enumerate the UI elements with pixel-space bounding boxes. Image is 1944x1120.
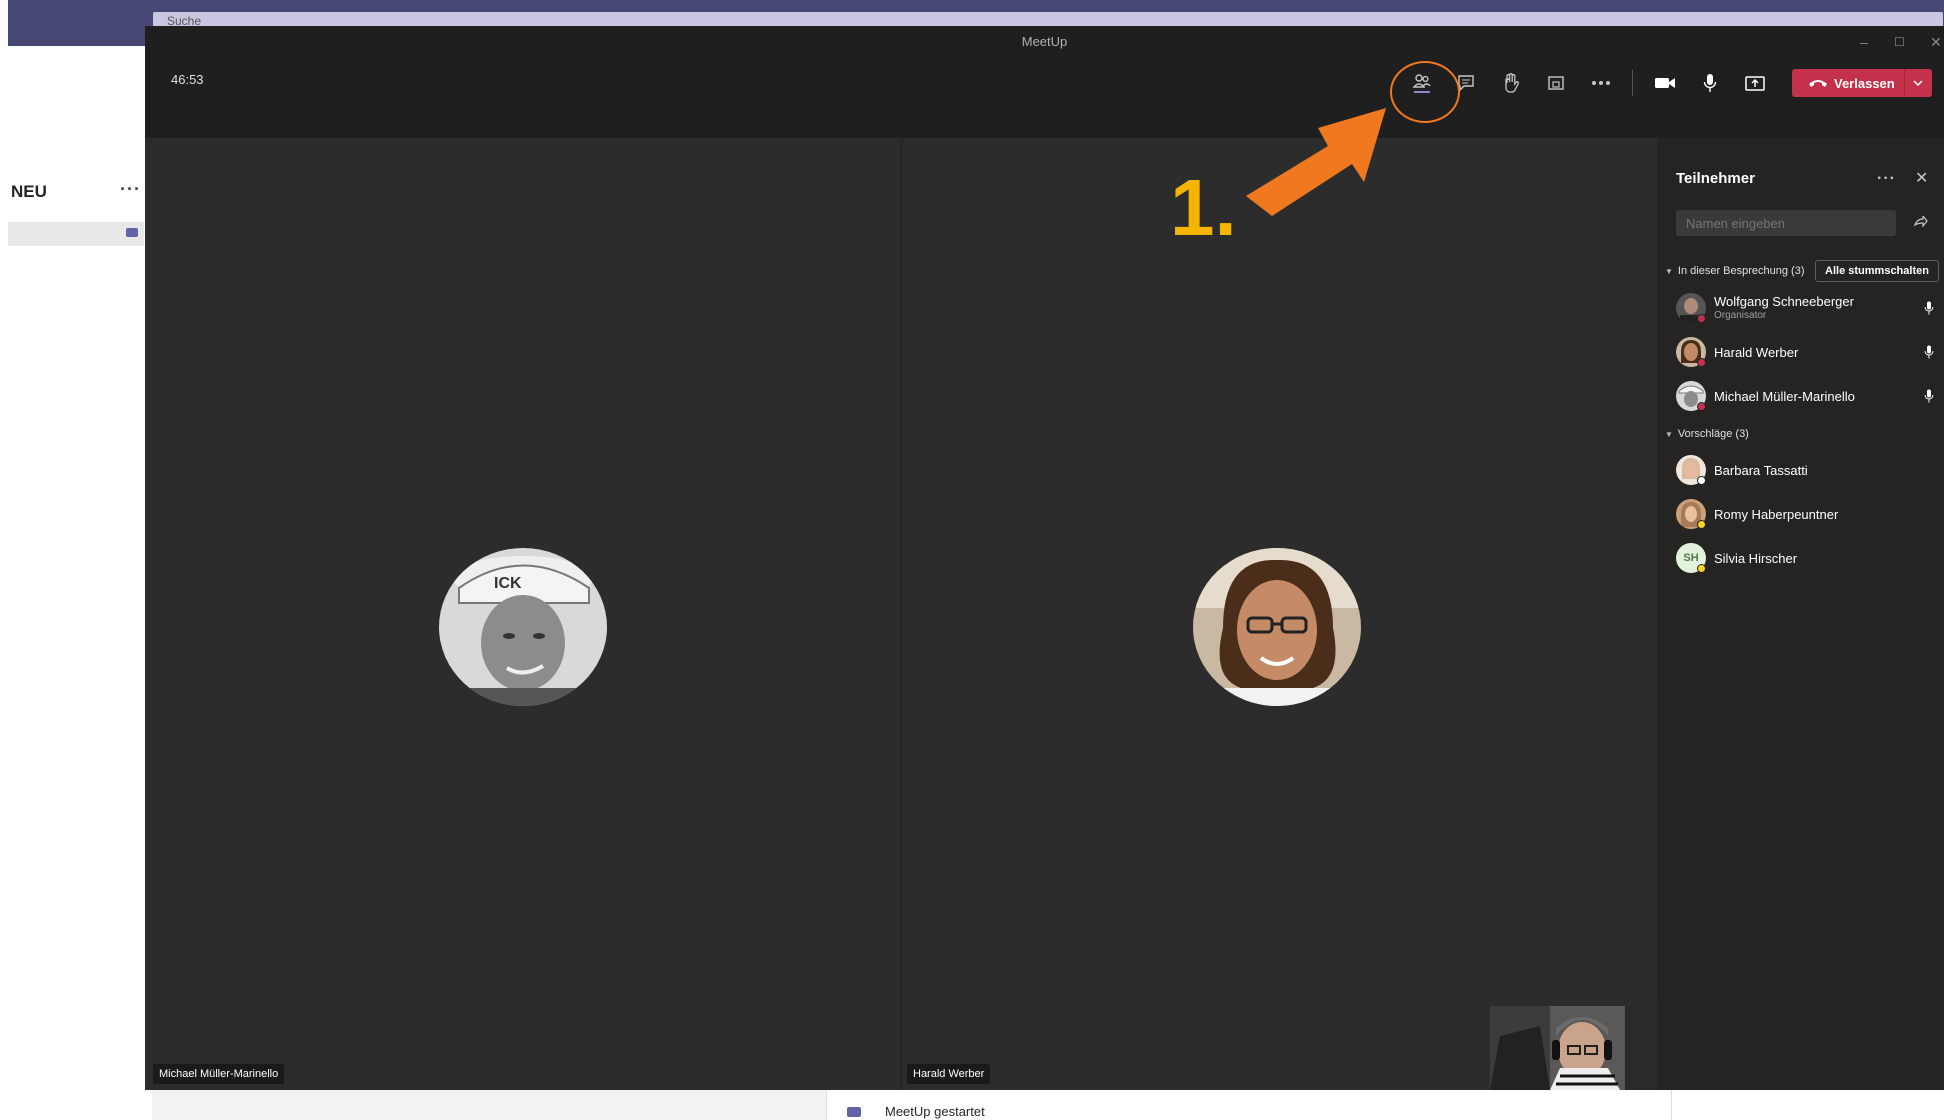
avatar-photo-icon [1193, 548, 1361, 706]
share-screen-icon [1745, 76, 1765, 91]
microphone-icon [1703, 74, 1717, 92]
suggestions-section-header[interactable]: ▼ Vorschläge (3) [1665, 428, 1749, 440]
background-content-strip [152, 1090, 826, 1120]
presence-status-dot [1697, 402, 1706, 411]
presence-status-dot [1697, 358, 1706, 367]
suggestions-section-label: Vorschläge (3) [1677, 428, 1749, 440]
participant-name: Harald Werber [1714, 345, 1799, 360]
background-effects-button[interactable] [1538, 68, 1574, 98]
background-chat-message: MeetUp gestartet [826, 1090, 1672, 1120]
participant-list-item[interactable]: Michael Müller-Marinello [1676, 378, 1941, 414]
leave-button[interactable]: Verlassen [1792, 69, 1932, 97]
meeting-camera-icon [847, 1107, 861, 1117]
suggestion-list-item[interactable]: Barbara Tassatti [1676, 452, 1941, 488]
camera-button[interactable] [1647, 68, 1683, 98]
more-icon [1592, 81, 1610, 85]
video-stage: ICK Michael Müller-Marinello Harald Werb… [145, 138, 1658, 1090]
avatar-initials: SH [1683, 552, 1699, 564]
more-actions-button[interactable] [1583, 68, 1619, 98]
microphone-icon [1924, 345, 1934, 359]
leave-label: Verlassen [1834, 75, 1895, 91]
collapse-triangle-icon: ▼ [1665, 430, 1673, 439]
camera-icon [1655, 78, 1675, 88]
participant-avatar: ICK [439, 548, 607, 706]
layout-icon [1548, 76, 1564, 90]
presence-status-dot [1697, 314, 1706, 323]
meeting-timer: 46:53 [171, 72, 204, 87]
participant-name-tag: Harald Werber [907, 1064, 991, 1084]
hang-up-icon [1809, 80, 1827, 87]
leave-divider [1904, 69, 1905, 97]
suggestion-list-item[interactable]: SH Silvia Hirscher [1676, 540, 1941, 576]
window-titlebar: MeetUp [145, 26, 1944, 58]
panel-more-button[interactable]: ··· [1877, 170, 1896, 188]
participants-panel: Teilnehmer ··· ✕ ▼ In dieser Besprechung … [1657, 138, 1944, 1090]
participant-name: Barbara Tassatti [1714, 463, 1808, 478]
background-chat-list: NEU ··· [8, 46, 144, 1120]
participant-tile[interactable]: Harald Werber [903, 138, 1657, 1090]
self-view-video[interactable] [1490, 1006, 1658, 1090]
participant-name-tag: Michael Müller-Marinello [153, 1064, 285, 1084]
section-title: NEU [11, 182, 47, 201]
maximize-button[interactable]: ☐ [1894, 26, 1905, 58]
participant-search-input[interactable] [1676, 210, 1896, 236]
chevron-down-icon[interactable] [1912, 75, 1924, 91]
suggestion-list-item[interactable]: Romy Haberpeuntner [1676, 496, 1941, 532]
raise-hand-button[interactable] [1493, 68, 1529, 98]
participant-list-item[interactable]: Wolfgang Schneeberger Organisator [1676, 290, 1941, 326]
participant-name: Silvia Hirscher [1714, 551, 1798, 566]
minimize-button[interactable]: – [1860, 26, 1868, 58]
in-meeting-section-header[interactable]: ▼ In dieser Besprechung (3) [1665, 265, 1805, 277]
window-close-button[interactable]: ✕ [1930, 26, 1942, 58]
section-more-button[interactable]: ··· [120, 179, 141, 200]
toolbar-separator [1632, 70, 1633, 96]
annotation-arrow-icon [1246, 108, 1386, 216]
share-invite-icon[interactable] [1914, 216, 1928, 228]
panel-close-button[interactable]: ✕ [1915, 168, 1928, 188]
presence-status-dot [1697, 476, 1706, 485]
annotation-step-number: 1. [1170, 163, 1237, 252]
collapse-triangle-icon: ▼ [1665, 267, 1673, 276]
mute-all-button[interactable]: Alle stummschalten [1815, 260, 1939, 282]
window-title: MeetUp [1021, 34, 1068, 49]
in-meeting-section-label: In dieser Besprechung (3) [1677, 265, 1805, 277]
avatar-photo-icon: ICK [439, 548, 607, 706]
svg-text:ICK: ICK [494, 575, 522, 592]
meeting-camera-icon [126, 228, 138, 237]
hand-icon [1505, 73, 1519, 93]
chat-list-item[interactable] [8, 222, 144, 246]
meeting-window: MeetUp – ☐ ✕ 46:53 Verlassen ICK Michael… [145, 26, 1944, 1090]
microphone-button[interactable] [1692, 68, 1728, 98]
participant-tile[interactable]: ICK Michael Müller-Marinello [145, 138, 900, 1090]
participant-name: Wolfgang Schneeberger [1714, 294, 1854, 309]
participant-avatar [1193, 548, 1361, 706]
microphone-icon [1924, 389, 1934, 403]
share-screen-button[interactable] [1737, 68, 1773, 98]
panel-title: Teilnehmer [1676, 170, 1755, 187]
microphone-icon [1924, 301, 1934, 315]
self-view-photo-icon [1490, 1006, 1658, 1090]
presence-status-dot [1697, 520, 1706, 529]
participant-name: Michael Müller-Marinello [1714, 389, 1855, 404]
participant-name: Romy Haberpeuntner [1714, 507, 1839, 522]
participant-list-item[interactable]: Harald Werber [1676, 334, 1941, 370]
highlight-circle [1390, 61, 1460, 123]
meeting-started-text: MeetUp gestartet [885, 1104, 985, 1119]
participant-role: Organisator [1714, 310, 1767, 321]
presence-status-dot [1697, 564, 1706, 573]
